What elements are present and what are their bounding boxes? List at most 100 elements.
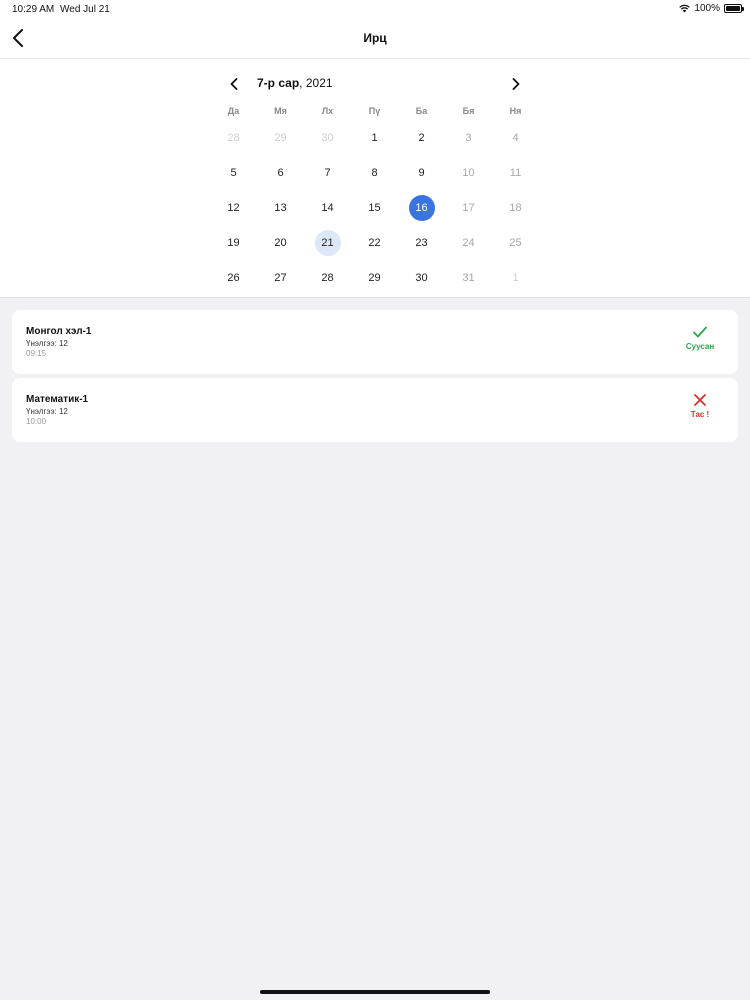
lesson-card[interactable]: Математик-1 Үнэлгээ: 12 10:00 Тас ! [12, 378, 738, 442]
battery-percent: 100% [694, 3, 720, 14]
calendar-day-number: 8 [371, 166, 378, 179]
calendar-day[interactable]: 23 [398, 225, 445, 260]
calendar-days-grid: 28 29 30 1 2 3 4 5 6 7 8 9 10 11 12 13 14 15 16 17 18 19 20 21 2… [210, 120, 539, 295]
calendar-day[interactable]: 15 [351, 190, 398, 225]
calendar-day-number: 5 [230, 166, 237, 179]
calendar-day-number: 17 [462, 201, 475, 214]
checkmark-icon [693, 326, 707, 338]
calendar-day[interactable]: 27 [257, 260, 304, 295]
calendar-day-number: 28 [321, 271, 334, 284]
calendar-day[interactable]: 26 [210, 260, 257, 295]
calendar-day[interactable]: 30 [304, 120, 351, 155]
calendar-day-number: 21 [314, 229, 341, 256]
weekday-label: Ня [509, 106, 522, 116]
calendar-day[interactable]: 14 [304, 190, 351, 225]
calendar-day[interactable]: 4 [492, 120, 539, 155]
calendar-day-number: 14 [321, 201, 334, 214]
calendar-day[interactable]: 30 [398, 260, 445, 295]
calendar-day[interactable]: 11 [492, 155, 539, 190]
calendar-day[interactable]: 7 [304, 155, 351, 190]
attendance-status-label: Суусан [685, 342, 715, 351]
calendar-day[interactable]: 2 [398, 120, 445, 155]
status-time: 10:29 AM [12, 4, 55, 15]
lesson-time: 09:15 [26, 349, 47, 358]
calendar: 7-р сар, 2021 Да Мя Лх Пү Ба Бя Ня 28 29 30 1 2 3 4 5… [0, 59, 750, 298]
previous-month-button[interactable] [225, 75, 243, 93]
month-year: , 2021 [299, 76, 333, 90]
calendar-day-number: 23 [415, 236, 428, 249]
lesson-time: 10:00 [26, 417, 47, 426]
calendar-day-today[interactable]: 21 [304, 225, 351, 260]
calendar-day[interactable]: 12 [210, 190, 257, 225]
cross-icon [694, 394, 706, 406]
calendar-day[interactable]: 1 [492, 260, 539, 295]
month-label: 7-р сар, 2021 [257, 76, 333, 90]
chevron-left-icon [230, 78, 238, 90]
calendar-day-number: 30 [415, 271, 428, 284]
lesson-title: Математик-1 [26, 394, 89, 405]
calendar-day-number: 29 [368, 271, 381, 284]
calendar-day[interactable]: 1 [351, 120, 398, 155]
battery-icon [724, 4, 744, 13]
attendance-status: Тас ! [680, 394, 720, 419]
calendar-day[interactable]: 20 [257, 225, 304, 260]
calendar-day-number: 29 [274, 131, 287, 144]
weekday-label: Ба [415, 106, 428, 116]
home-indicator [260, 990, 490, 994]
lesson-grade: Үнэлгээ: 12 [26, 407, 68, 416]
calendar-day-number: 12 [227, 201, 240, 214]
calendar-day-number: 2 [418, 131, 425, 144]
calendar-day[interactable]: 19 [210, 225, 257, 260]
weekday-header: Да Мя Лх Пү Ба Бя Ня [210, 106, 539, 116]
calendar-day[interactable]: 6 [257, 155, 304, 190]
weekday-label: Мя [274, 106, 287, 116]
calendar-day[interactable]: 24 [445, 225, 492, 260]
calendar-day-number: 27 [274, 271, 287, 284]
calendar-day-number: 31 [462, 271, 475, 284]
calendar-day[interactable]: 31 [445, 260, 492, 295]
calendar-day-number: 7 [324, 166, 331, 179]
calendar-day-selected[interactable]: 16 [398, 190, 445, 225]
calendar-day-number: 18 [509, 201, 522, 214]
weekday-label: Пү [368, 106, 381, 116]
calendar-day-number: 4 [512, 131, 519, 144]
calendar-day-number: 13 [274, 201, 287, 214]
status-bar: 10:29 AM Wed Jul 21 100% [0, 0, 750, 18]
calendar-day-number: 22 [368, 236, 381, 249]
calendar-day-number: 26 [227, 271, 240, 284]
calendar-day[interactable]: 18 [492, 190, 539, 225]
weekday-label: Бя [462, 106, 475, 116]
calendar-day[interactable]: 3 [445, 120, 492, 155]
calendar-day-number: 6 [277, 166, 284, 179]
calendar-day[interactable]: 13 [257, 190, 304, 225]
calendar-day[interactable]: 9 [398, 155, 445, 190]
calendar-day-number: 1 [512, 271, 519, 284]
calendar-day[interactable]: 28 [210, 120, 257, 155]
status-indicators: 100% [679, 3, 744, 14]
calendar-day[interactable]: 8 [351, 155, 398, 190]
calendar-day-number: 20 [274, 236, 287, 249]
lesson-title: Монгол хэл-1 [26, 326, 92, 337]
calendar-day-number: 1 [371, 131, 378, 144]
calendar-day-number: 16 [408, 194, 435, 221]
calendar-day[interactable]: 29 [257, 120, 304, 155]
calendar-day-number: 11 [509, 166, 522, 179]
attendance-status: Суусан [680, 326, 720, 351]
calendar-day-number: 24 [462, 236, 475, 249]
lesson-list: Монгол хэл-1 Үнэлгээ: 12 09:15 Суусан Матема… [12, 310, 738, 446]
calendar-day[interactable]: 29 [351, 260, 398, 295]
calendar-day[interactable]: 22 [351, 225, 398, 260]
calendar-day[interactable]: 28 [304, 260, 351, 295]
lesson-card[interactable]: Монгол хэл-1 Үнэлгээ: 12 09:15 Суусан [12, 310, 738, 374]
calendar-day[interactable]: 5 [210, 155, 257, 190]
calendar-day[interactable]: 10 [445, 155, 492, 190]
calendar-day-number: 19 [227, 236, 240, 249]
lesson-grade: Үнэлгээ: 12 [26, 339, 68, 348]
next-month-button[interactable] [507, 75, 525, 93]
month-name: 7-р сар [257, 76, 300, 90]
calendar-day-number: 28 [227, 131, 240, 144]
weekday-label: Лх [321, 106, 334, 116]
calendar-day[interactable]: 25 [492, 225, 539, 260]
calendar-day-number: 10 [462, 166, 475, 179]
calendar-day[interactable]: 17 [445, 190, 492, 225]
